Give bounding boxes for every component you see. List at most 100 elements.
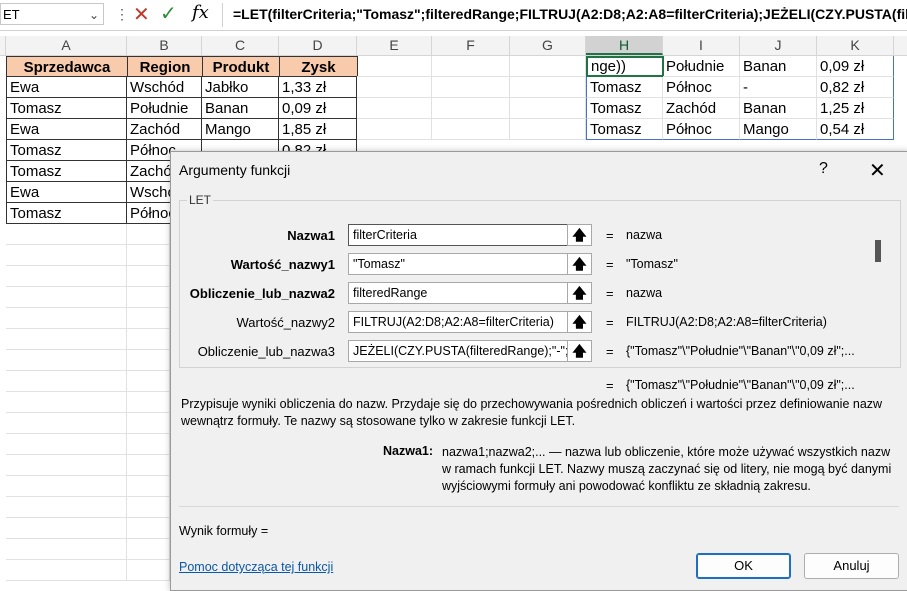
spill-cell[interactable]: Banan xyxy=(740,56,817,77)
column-header-d[interactable]: D xyxy=(279,36,357,55)
table-cell[interactable]: Mango xyxy=(202,119,279,140)
grid-cell[interactable] xyxy=(432,77,510,98)
grid-cell[interactable] xyxy=(432,98,510,119)
table-cell[interactable]: Banan xyxy=(202,98,279,119)
spill-cell[interactable]: 0,54 zł xyxy=(817,119,894,140)
spill-cell[interactable]: Zachód xyxy=(663,98,740,119)
spill-cell[interactable]: 0,09 zł xyxy=(817,56,894,77)
grid-cell[interactable] xyxy=(6,497,127,518)
chevron-down-icon[interactable]: ⌄ xyxy=(89,4,99,26)
grid-cell[interactable] xyxy=(6,434,127,455)
table-cell[interactable]: Ewa xyxy=(6,182,127,203)
name-box[interactable]: ET ⌄ xyxy=(0,3,104,25)
arg-input-wartosc-nazwy2[interactable]: FILTRUJ(A2:D8;A2:A8=filterCriteria) xyxy=(348,311,570,333)
grid-cell[interactable] xyxy=(6,371,127,392)
grid-cell[interactable] xyxy=(510,98,586,119)
arg-input-obliczenie2[interactable]: filteredRange xyxy=(348,282,570,304)
column-header-j[interactable]: J xyxy=(740,36,817,55)
collapse-dialog-button[interactable]: 🡅 xyxy=(567,224,592,246)
column-header-h[interactable]: H xyxy=(586,36,663,55)
column-header-f[interactable]: F xyxy=(432,36,510,55)
grid-cell[interactable] xyxy=(432,119,510,140)
grid-cell[interactable] xyxy=(6,329,127,350)
column-header-e[interactable]: E xyxy=(357,36,432,55)
insert-function-icon[interactable]: fx xyxy=(192,2,209,23)
help-icon[interactable]: ? xyxy=(819,160,828,178)
function-help-link[interactable]: Pomoc dotycząca tej funkcji xyxy=(179,560,333,574)
grid-cell[interactable] xyxy=(6,518,127,539)
column-header-more[interactable] xyxy=(894,36,907,55)
grid-cell[interactable] xyxy=(6,413,127,434)
more-options-icon[interactable]: ⋮ xyxy=(115,6,129,23)
table-cell[interactable]: Tomasz xyxy=(6,161,127,182)
spill-cell[interactable]: 0,82 zł xyxy=(817,77,894,98)
table-header-cell[interactable]: Region xyxy=(127,56,203,77)
spill-cell[interactable]: Północ xyxy=(663,77,740,98)
table-cell[interactable]: 1,33 zł xyxy=(279,77,357,98)
grid-cell[interactable] xyxy=(127,476,170,497)
table-cell[interactable]: Wschód xyxy=(127,77,202,98)
table-cell[interactable]: Ewa xyxy=(6,119,127,140)
grid-cell[interactable] xyxy=(357,56,432,77)
table-cell[interactable]: Tomasz xyxy=(6,98,127,119)
grid-cell[interactable] xyxy=(510,77,586,98)
column-header-b[interactable]: B xyxy=(127,36,202,55)
table-header-cell[interactable]: Zysk xyxy=(279,56,358,77)
spill-cell[interactable]: Tomasz xyxy=(586,77,663,98)
table-cell[interactable]: Jabłko xyxy=(202,77,279,98)
grid-cell[interactable] xyxy=(357,119,432,140)
args-scrollbar[interactable] xyxy=(875,240,881,262)
grid-cell[interactable] xyxy=(6,539,127,560)
collapse-dialog-button[interactable]: 🡅 xyxy=(567,311,592,333)
grid-cell[interactable] xyxy=(6,224,127,245)
grid-cell[interactable] xyxy=(510,56,586,77)
grid-cell[interactable] xyxy=(6,266,127,287)
spill-cell[interactable]: - xyxy=(740,77,817,98)
grid-cell[interactable] xyxy=(6,287,127,308)
cancel-entry-icon[interactable]: ✕ xyxy=(133,2,150,27)
column-header-c[interactable]: C xyxy=(202,36,279,55)
collapse-dialog-button[interactable]: 🡅 xyxy=(567,282,592,304)
grid-cell[interactable] xyxy=(357,77,432,98)
table-cell[interactable]: Ewa xyxy=(6,77,127,98)
spill-cell[interactable]: Banan xyxy=(740,98,817,119)
grid-cell[interactable] xyxy=(6,455,127,476)
grid-cell[interactable] xyxy=(127,539,170,560)
grid-cell[interactable] xyxy=(6,476,127,497)
spill-cell[interactable]: Tomasz xyxy=(586,119,663,140)
table-cell[interactable]: 0,09 zł xyxy=(279,98,357,119)
grid-cell[interactable] xyxy=(6,308,127,329)
grid-cell[interactable] xyxy=(6,350,127,371)
collapse-dialog-button[interactable]: 🡅 xyxy=(567,340,592,362)
grid-cell[interactable] xyxy=(6,392,127,413)
grid-cell[interactable] xyxy=(127,413,170,434)
confirm-entry-icon[interactable]: ✓ xyxy=(160,1,177,26)
ok-button[interactable]: OK xyxy=(696,553,791,579)
table-cell[interactable]: Tomasz xyxy=(6,140,127,161)
grid-cell[interactable] xyxy=(127,371,170,392)
cancel-button[interactable]: Anuluj xyxy=(804,553,899,579)
grid-cell[interactable] xyxy=(357,98,432,119)
spill-cell[interactable]: 1,25 zł xyxy=(817,98,894,119)
table-cell[interactable]: Tomasz xyxy=(6,203,127,224)
grid-cell[interactable] xyxy=(127,560,170,581)
close-icon[interactable]: ✕ xyxy=(869,158,886,183)
column-header-a[interactable]: A xyxy=(6,36,127,55)
spill-cell[interactable]: Południe xyxy=(663,56,740,77)
spill-cell[interactable]: Północ xyxy=(663,119,740,140)
arg-input-nazwa1[interactable]: filterCriteria xyxy=(348,224,570,246)
arg-input-obliczenie3[interactable]: JEŻELI(CZY.PUSTA(filteredRange);"-";fil xyxy=(348,340,570,362)
column-header-i[interactable]: I xyxy=(663,36,740,55)
grid-cell[interactable] xyxy=(127,392,170,413)
table-cell[interactable]: Zachód xyxy=(127,119,202,140)
grid-cell[interactable] xyxy=(127,518,170,539)
grid-cell[interactable] xyxy=(6,560,127,581)
column-header-g[interactable]: G xyxy=(510,36,586,55)
column-header-k[interactable]: K xyxy=(817,36,894,55)
active-cell[interactable]: nge)) xyxy=(586,56,664,77)
arg-input-wartosc-nazwy1[interactable]: "Tomasz" xyxy=(348,253,570,275)
table-header-cell[interactable]: Sprzedawca xyxy=(6,56,128,77)
spill-cell[interactable]: Tomasz xyxy=(586,98,663,119)
formula-input[interactable]: =LET(filterCriteria;"Tomasz";filteredRan… xyxy=(233,6,907,22)
spill-cell[interactable]: Mango xyxy=(740,119,817,140)
